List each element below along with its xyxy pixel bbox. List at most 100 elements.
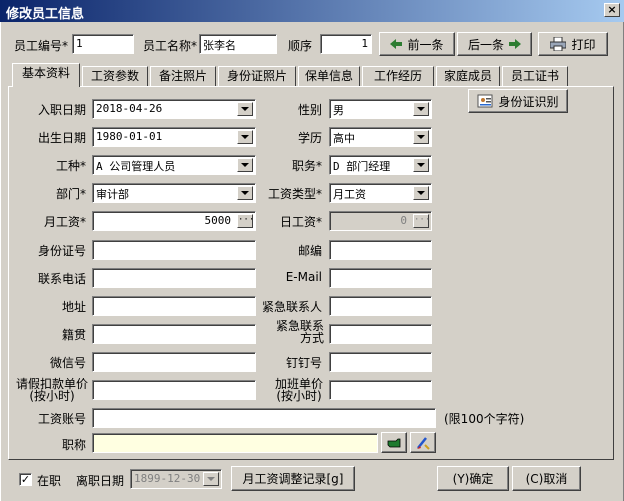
leave-date-label: 离职日期 xyxy=(76,474,125,488)
char-limit-note: (限100个字符) xyxy=(444,412,525,426)
native-place-input[interactable] xyxy=(92,324,256,344)
gender-label: 性别 xyxy=(297,103,322,117)
printer-icon xyxy=(550,37,567,51)
window-title: 修改员工信息 xyxy=(6,7,85,22)
cancel-button[interactable]: (C)取消 xyxy=(512,466,581,491)
dingtalk-input[interactable] xyxy=(329,352,432,372)
print-label: 打印 xyxy=(571,37,596,52)
leave-date-value: 1899-12-30 xyxy=(134,472,201,485)
birth-date-value: 1980-01-01 xyxy=(96,130,163,143)
id-card-icon xyxy=(477,94,493,108)
on-job-checkbox[interactable]: ✓ xyxy=(19,473,32,486)
position-dropdown[interactable] xyxy=(413,158,429,172)
address-input[interactable] xyxy=(92,296,256,316)
daily-salary-label: 日工资* xyxy=(279,215,322,229)
salary-adjust-record-button[interactable]: 月工资调整记录[g] xyxy=(231,466,355,491)
phone-label: 联系电话 xyxy=(37,272,86,286)
dept-select[interactable]: 审计部 xyxy=(92,183,256,203)
overtime-rate-input[interactable] xyxy=(329,380,432,400)
idcard-label: 身份证号 xyxy=(37,244,86,258)
worktype-value: A 公司管理人员 xyxy=(96,160,176,173)
dept-label: 部门* xyxy=(55,187,86,201)
title-pick-button[interactable] xyxy=(381,432,407,453)
leave-date-input: 1899-12-30 xyxy=(130,469,222,489)
native-place-label: 籍贯 xyxy=(61,328,86,342)
monthly-salary-value: 5000 xyxy=(204,214,232,227)
address-label: 地址 xyxy=(61,300,86,314)
hire-date-input[interactable]: 2018-04-26 xyxy=(92,99,256,119)
overtime-rate-label: 加班单价(按小时) xyxy=(274,377,323,403)
title-label: 职称 xyxy=(61,438,86,452)
leave-rate-input[interactable] xyxy=(92,380,256,400)
wechat-label: 微信号 xyxy=(49,356,86,370)
tab-certificates[interactable]: 员工证书 xyxy=(502,66,568,86)
emergency-person-label: 紧急联系人 xyxy=(261,300,322,314)
hand-point-icon xyxy=(387,438,401,447)
position-label: 职务* xyxy=(291,159,322,173)
order-label: 顺序 xyxy=(288,39,313,53)
emergency-contact-input[interactable] xyxy=(329,324,432,344)
salary-account-label: 工资账号 xyxy=(37,412,86,426)
emp-name-label: 员工名称* xyxy=(143,39,198,53)
education-value: 高中 xyxy=(333,132,355,145)
dept-value: 审计部 xyxy=(96,188,129,201)
daily-salary-ellipsis-button: ··· xyxy=(413,214,430,228)
title-edit-button[interactable] xyxy=(410,432,436,453)
phone-input[interactable] xyxy=(92,268,256,288)
education-select[interactable]: 高中 xyxy=(329,127,432,147)
emp-no-label: 员工编号* xyxy=(14,39,69,53)
postcode-input[interactable] xyxy=(329,240,432,260)
prev-label: 前一条 xyxy=(407,37,444,52)
salary-account-input[interactable] xyxy=(92,408,436,428)
tab-id-photo[interactable]: 身份证照片 xyxy=(218,66,296,86)
gender-value: 男 xyxy=(333,104,344,117)
salary-type-value: 月工资 xyxy=(333,188,366,201)
arrow-left-icon xyxy=(390,39,403,49)
position-select[interactable]: D 部门经理 xyxy=(329,155,432,175)
title-bar: 修改员工信息 × xyxy=(0,0,624,22)
id-recognize-button[interactable]: 身份证识别 xyxy=(468,89,568,113)
email-input[interactable] xyxy=(329,268,432,288)
postcode-label: 邮编 xyxy=(297,244,322,258)
close-button[interactable]: × xyxy=(604,3,620,17)
emp-name-input[interactable]: 张李名 xyxy=(199,34,277,54)
dingtalk-label: 钉钉号 xyxy=(285,356,322,370)
on-job-label: 在职 xyxy=(37,474,62,488)
next-button[interactable]: 后一条 xyxy=(457,32,532,56)
idcard-input[interactable] xyxy=(92,240,256,260)
daily-salary-input: 0 ··· xyxy=(329,211,432,231)
worktype-label: 工种* xyxy=(55,159,86,173)
emp-no-input[interactable]: 1 xyxy=(72,34,134,54)
tab-policy[interactable]: 保单信息 xyxy=(298,66,360,86)
ok-button[interactable]: (Y)确定 xyxy=(437,466,509,491)
prev-button[interactable]: 前一条 xyxy=(379,32,455,56)
title-input[interactable] xyxy=(92,433,378,453)
next-label: 后一条 xyxy=(467,37,504,52)
birth-date-input[interactable]: 1980-01-01 xyxy=(92,127,256,147)
hire-date-label: 入职日期 xyxy=(37,103,86,117)
tab-work-history[interactable]: 工作经历 xyxy=(362,66,434,86)
leave-date-dropdown xyxy=(203,472,219,486)
birth-date-label: 出生日期 xyxy=(37,131,86,145)
tab-remark-photo[interactable]: 备注照片 xyxy=(150,66,216,86)
salary-type-select[interactable]: 月工资 xyxy=(329,183,432,203)
monthly-salary-input[interactable]: 5000 ··· xyxy=(92,211,256,231)
emergency-person-input[interactable] xyxy=(329,296,432,316)
salary-type-dropdown[interactable] xyxy=(413,186,429,200)
print-button[interactable]: 打印 xyxy=(538,32,608,56)
order-input[interactable]: 1 xyxy=(320,34,372,54)
education-dropdown[interactable] xyxy=(413,130,429,144)
worktype-select[interactable]: A 公司管理人员 xyxy=(92,155,256,175)
brush-icon xyxy=(417,436,430,450)
tab-salary-params[interactable]: 工资参数 xyxy=(82,66,148,86)
wechat-input[interactable] xyxy=(92,352,256,372)
monthly-salary-label: 月工资* xyxy=(43,215,86,229)
education-label: 学历 xyxy=(297,131,322,145)
gender-select[interactable]: 男 xyxy=(329,99,432,119)
salary-type-label: 工资类型* xyxy=(267,187,322,201)
tab-family[interactable]: 家庭成员 xyxy=(436,66,500,86)
position-value: D 部门经理 xyxy=(333,160,391,173)
tab-basic[interactable]: 基本资料 xyxy=(12,63,80,87)
hire-date-value: 2018-04-26 xyxy=(96,102,163,115)
gender-dropdown[interactable] xyxy=(413,102,429,116)
